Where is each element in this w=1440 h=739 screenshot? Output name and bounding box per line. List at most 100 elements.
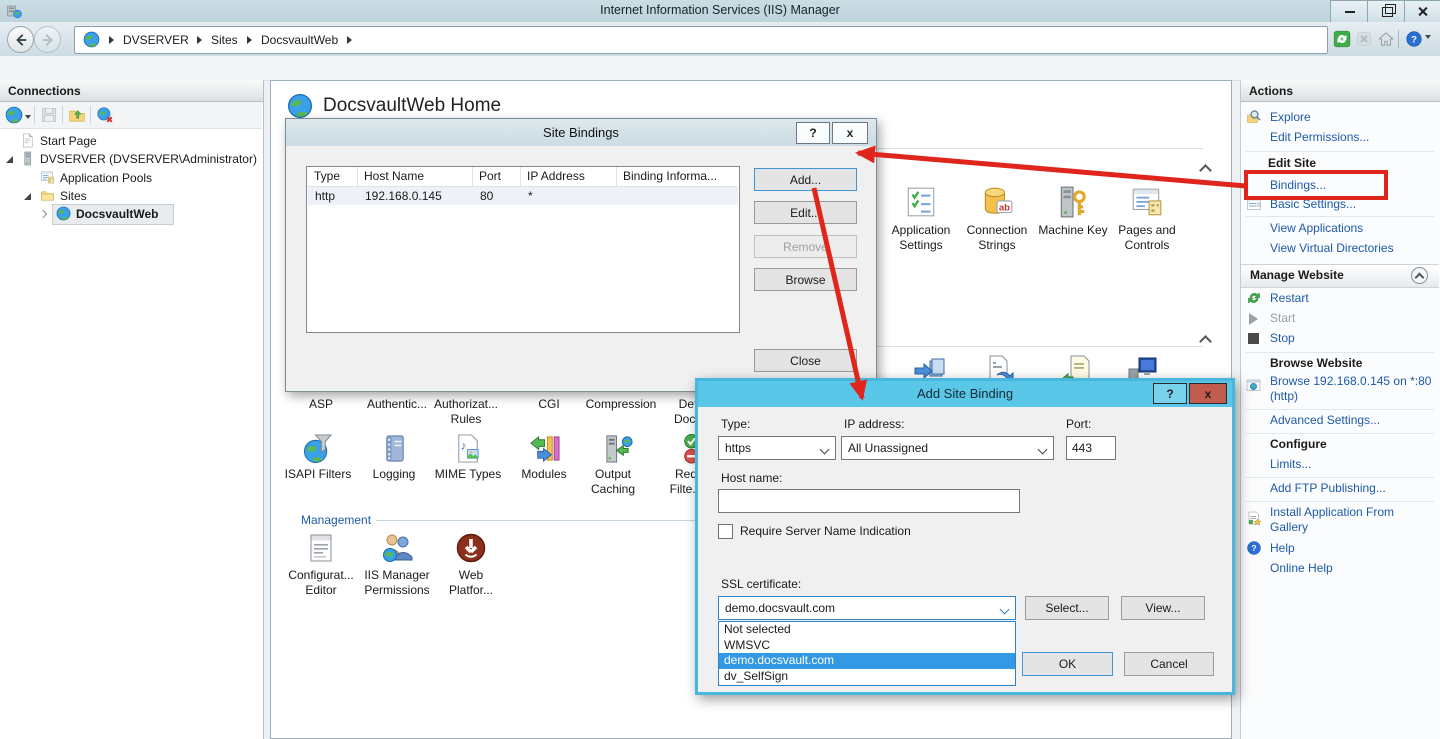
breadcrumb-site[interactable]: DocsvaultWeb [261, 33, 338, 47]
feature-label[interactable]: Application Settings [881, 223, 961, 253]
column-header-host-name[interactable]: Host Name [364, 169, 424, 183]
action-bindings[interactable]: Bindings... [1270, 178, 1434, 193]
feature-label[interactable]: Output Caching [583, 467, 643, 497]
column-header-binding-info[interactable]: Binding Informa... [623, 169, 717, 183]
feature-label[interactable]: Logging [354, 467, 434, 482]
expander-closed-icon[interactable] [39, 210, 47, 218]
ssl-certificate-select[interactable]: demo.docsvault.com [718, 596, 1016, 620]
connection-strings-icon[interactable] [980, 185, 1014, 219]
dialog-close-button[interactable]: x [832, 122, 868, 144]
help-button[interactable] [1403, 28, 1424, 49]
breadcrumb-arrow-icon[interactable] [247, 36, 252, 44]
action-advanced-settings[interactable]: Advanced Settings... [1270, 413, 1434, 428]
type-select[interactable]: https [718, 436, 836, 460]
action-online-help[interactable]: Online Help [1270, 561, 1434, 576]
stop-refresh-button[interactable] [1353, 28, 1374, 49]
host-name-input[interactable] [718, 489, 1020, 513]
action-restart[interactable]: Restart [1270, 291, 1434, 306]
action-limits[interactable]: Limits... [1270, 457, 1434, 472]
close-bindings-button[interactable]: Close [754, 349, 857, 372]
dialog-help-button[interactable]: ? [1153, 383, 1187, 404]
action-basic-settings[interactable]: Basic Settings... [1270, 197, 1434, 212]
feature-label[interactable]: CGI [509, 397, 589, 412]
create-connection-icon[interactable] [5, 106, 23, 124]
breadcrumb-arrow-icon[interactable] [109, 36, 114, 44]
column-header-port[interactable]: Port [479, 169, 501, 183]
action-start[interactable]: Start [1270, 311, 1434, 326]
breadcrumb-server[interactable]: DVSERVER [123, 33, 189, 47]
feature-label[interactable]: Authorizat... Rules [427, 397, 505, 427]
dialog-help-button[interactable]: ? [796, 122, 830, 144]
action-view-virtual-directories[interactable]: View Virtual Directories [1270, 241, 1434, 256]
mime-types-icon[interactable] [453, 433, 484, 464]
feature-label[interactable]: MIME Types [428, 467, 508, 482]
delete-connection-icon[interactable] [96, 106, 114, 124]
action-edit-permissions[interactable]: Edit Permissions... [1270, 130, 1434, 145]
column-separator[interactable] [472, 167, 473, 186]
management-group-header[interactable]: Management [301, 513, 371, 527]
close-window-button[interactable] [1404, 0, 1440, 23]
port-input[interactable] [1066, 436, 1116, 460]
feature-label[interactable]: Modules [504, 467, 584, 482]
forward-button[interactable] [34, 26, 61, 53]
breadcrumb-arrow-icon[interactable] [197, 36, 202, 44]
up-level-folder-icon[interactable] [68, 106, 86, 124]
ssl-option-not-selected[interactable]: Not selected [719, 622, 1015, 638]
isapi-filters-icon[interactable] [303, 433, 334, 464]
browse-binding-button[interactable]: Browse [754, 268, 857, 291]
column-separator[interactable] [357, 167, 358, 186]
column-separator[interactable] [520, 167, 521, 186]
view-certificate-button[interactable]: View... [1121, 596, 1205, 620]
expander-open-icon[interactable] [6, 156, 13, 163]
back-button[interactable] [7, 26, 34, 53]
bindings-list[interactable]: Type Host Name Port IP Address Binding I… [306, 166, 740, 333]
configuration-editor-icon[interactable] [305, 532, 337, 564]
connection-dropdown-caret-icon[interactable] [25, 115, 31, 119]
collapse-section-button[interactable] [1411, 267, 1428, 284]
column-header-ip-address[interactable]: IP Address [527, 169, 585, 183]
address-bar[interactable]: DVSERVER Sites DocsvaultWeb [74, 26, 1328, 54]
feature-label[interactable]: ISAPI Filters [278, 467, 358, 482]
feature-label[interactable]: Connection Strings [957, 223, 1037, 253]
action-browse-link[interactable]: Browse 192.168.0.145 on *:80 (http) [1270, 374, 1434, 404]
sni-checkbox[interactable] [718, 524, 733, 539]
binding-row[interactable]: http 192.168.0.145 80 * [308, 187, 738, 205]
help-dropdown-caret-icon[interactable] [1425, 35, 1431, 39]
minimize-button[interactable] [1330, 0, 1370, 23]
remove-binding-button[interactable]: Remove [754, 235, 857, 258]
dialog-close-button[interactable]: x [1189, 383, 1227, 404]
action-view-applications[interactable]: View Applications [1270, 221, 1434, 236]
column-separator[interactable] [616, 167, 617, 186]
action-explore[interactable]: Explore [1270, 110, 1434, 125]
feature-label[interactable]: ASP [281, 397, 361, 412]
feature-label[interactable]: Compression [581, 397, 661, 412]
home-button[interactable] [1375, 28, 1396, 49]
select-certificate-button[interactable]: Select... [1025, 596, 1109, 620]
collapse-group-icon[interactable] [1199, 164, 1212, 177]
modules-icon[interactable] [529, 433, 560, 464]
ssl-option-demo-docsvault[interactable]: demo.docsvault.com [719, 653, 1015, 669]
refresh-button[interactable] [1331, 28, 1352, 49]
ssl-option-wmsvc[interactable]: WMSVC [719, 638, 1015, 654]
action-stop[interactable]: Stop [1270, 331, 1434, 346]
iis-manager-permissions-icon[interactable] [381, 532, 413, 564]
add-binding-button[interactable]: Add... [754, 168, 857, 191]
ok-button[interactable]: OK [1022, 652, 1113, 676]
restore-button[interactable] [1367, 0, 1407, 23]
feature-label[interactable]: Web Platfor... [441, 568, 501, 598]
feature-label[interactable]: IIS Manager Permissions [352, 568, 442, 598]
ssl-option-dv-selfsign[interactable]: dv_SelfSign [719, 669, 1015, 685]
action-install-application-gallery[interactable]: Install Application From Gallery [1270, 505, 1434, 535]
pages-and-controls-icon[interactable] [1130, 185, 1164, 219]
breadcrumb-sites[interactable]: Sites [211, 33, 238, 47]
application-settings-icon[interactable] [904, 185, 938, 219]
action-add-ftp-publishing[interactable]: Add FTP Publishing... [1270, 481, 1434, 496]
feature-label[interactable]: Machine Key [1028, 223, 1118, 238]
edit-binding-button[interactable]: Edit... [754, 201, 857, 224]
logging-icon[interactable] [379, 433, 410, 464]
ip-address-select[interactable]: All Unassigned [841, 436, 1054, 460]
feature-label[interactable]: Authentic... [357, 397, 437, 412]
action-help[interactable]: Help [1270, 541, 1434, 556]
machine-key-icon[interactable] [1056, 185, 1090, 219]
column-header-type[interactable]: Type [314, 169, 340, 183]
